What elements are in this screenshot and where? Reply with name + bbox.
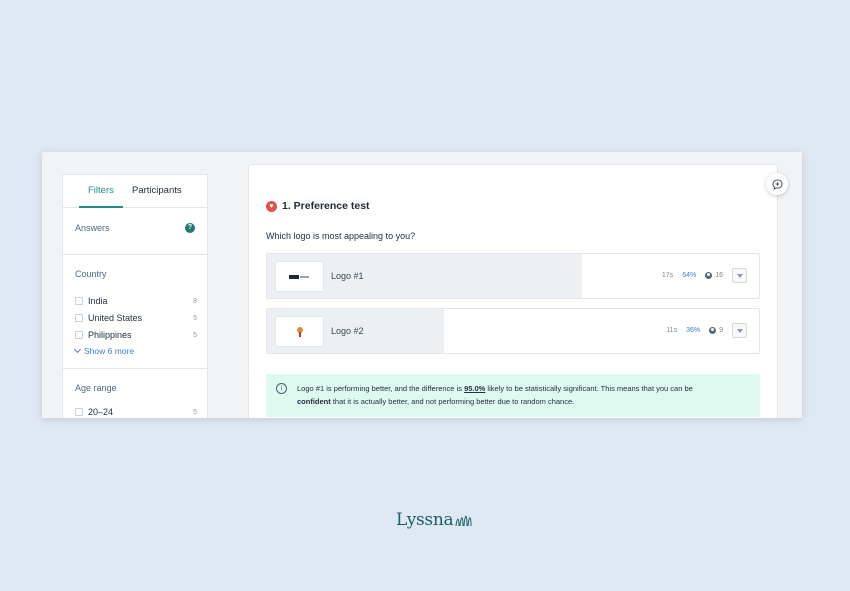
notice-text-3: that it is actually better, and not perf… <box>330 397 575 406</box>
vote-number: 9 <box>719 327 723 334</box>
filter-count: 8 <box>193 297 197 305</box>
page-title: 1. Preference test <box>282 200 370 212</box>
brand-wave-icon <box>455 515 472 527</box>
country-section: Country India 8 United States 5 Philippi… <box>63 255 207 369</box>
age-range-title: Age range <box>75 383 117 393</box>
heart-icon: ♥ <box>266 200 277 212</box>
user-icon <box>705 272 713 279</box>
question-text: Which logo is most appealing to you? <box>266 231 416 241</box>
significance-notice: i Logo #1 is performing better, and the … <box>266 374 760 417</box>
country-filter-united-states[interactable]: United States 5 <box>75 312 197 324</box>
answers-title: Answers <box>75 223 110 233</box>
comment-button[interactable] <box>766 173 788 195</box>
logo-thumbnail[interactable] <box>275 316 324 347</box>
filter-label: India <box>88 296 108 306</box>
logo-thumbnail[interactable] <box>275 261 324 292</box>
filter-count: 5 <box>193 314 197 322</box>
filter-count: 5 <box>193 331 197 339</box>
option-stats: 11s 36% 9 <box>666 323 747 338</box>
vote-number: 16 <box>715 272 723 279</box>
option-label: Logo #1 <box>331 271 364 281</box>
filter-label: 20–24 <box>88 407 114 417</box>
option-label: Logo #2 <box>331 326 364 336</box>
percent-value: 36% <box>686 327 701 334</box>
brand-logo-text: Lyssna <box>396 510 454 530</box>
filters-sidebar: Filters Participants Answers ? Country I… <box>62 174 208 418</box>
chevron-down-icon <box>73 345 82 354</box>
country-title: Country <box>75 269 107 279</box>
notice-highlight: 95.0% <box>464 384 486 393</box>
country-filter-india[interactable]: India 8 <box>75 295 197 307</box>
vote-count: 16 <box>705 272 723 279</box>
results-card: ♥ 1. Preference test Which logo is most … <box>248 164 778 418</box>
tab-filters[interactable]: Filters <box>79 175 123 208</box>
notice-text-2: likely to be statistically significant. … <box>485 384 693 393</box>
user-icon <box>709 327 717 334</box>
caret-down-icon <box>736 273 743 278</box>
checkbox[interactable] <box>75 297 83 305</box>
app-window: Filters Participants Answers ? Country I… <box>42 152 802 418</box>
filter-count: 5 <box>193 408 197 416</box>
filter-label: United States <box>88 313 143 323</box>
logo-2-image <box>296 326 303 337</box>
sidebar-tabs: Filters Participants <box>63 175 207 208</box>
country-filter-philippines[interactable]: Philippines 5 <box>75 329 197 341</box>
checkbox[interactable] <box>75 331 83 339</box>
checkbox[interactable] <box>75 314 83 322</box>
avg-time: 17s <box>661 272 674 279</box>
tab-participants[interactable]: Participants <box>123 175 191 207</box>
answers-section: Answers ? <box>63 208 207 255</box>
percent-value: 64% <box>682 272 697 279</box>
caret-down-icon <box>736 328 743 333</box>
expand-button[interactable] <box>732 268 747 283</box>
age-filter-20-24[interactable]: 20–24 5 <box>75 406 197 418</box>
age-range-section: Age range 20–24 5 <box>63 369 207 418</box>
checkbox[interactable] <box>75 408 83 416</box>
option-row-logo-1[interactable]: Logo #1 17s 64% 16 <box>266 253 760 299</box>
logo-1-image <box>288 274 309 279</box>
help-icon[interactable]: ? <box>185 223 195 233</box>
comment-add-icon <box>771 178 783 190</box>
expand-button[interactable] <box>732 323 747 338</box>
show-more-link[interactable]: Show 6 more <box>73 345 135 356</box>
option-stats: 17s 64% 16 <box>662 268 747 283</box>
section-header: ♥ 1. Preference test <box>266 200 370 212</box>
vote-count: 9 <box>709 327 723 334</box>
avg-time: 11s <box>666 327 678 334</box>
option-row-logo-2[interactable]: Logo #2 11s 36% 9 <box>266 308 760 354</box>
show-more-label: Show 6 more <box>84 346 135 356</box>
info-icon: i <box>276 383 287 394</box>
filter-label: Philippines <box>88 330 132 340</box>
notice-text-1: Logo #1 is performing better, and the di… <box>297 384 465 393</box>
notice-bold: confident <box>297 397 331 406</box>
